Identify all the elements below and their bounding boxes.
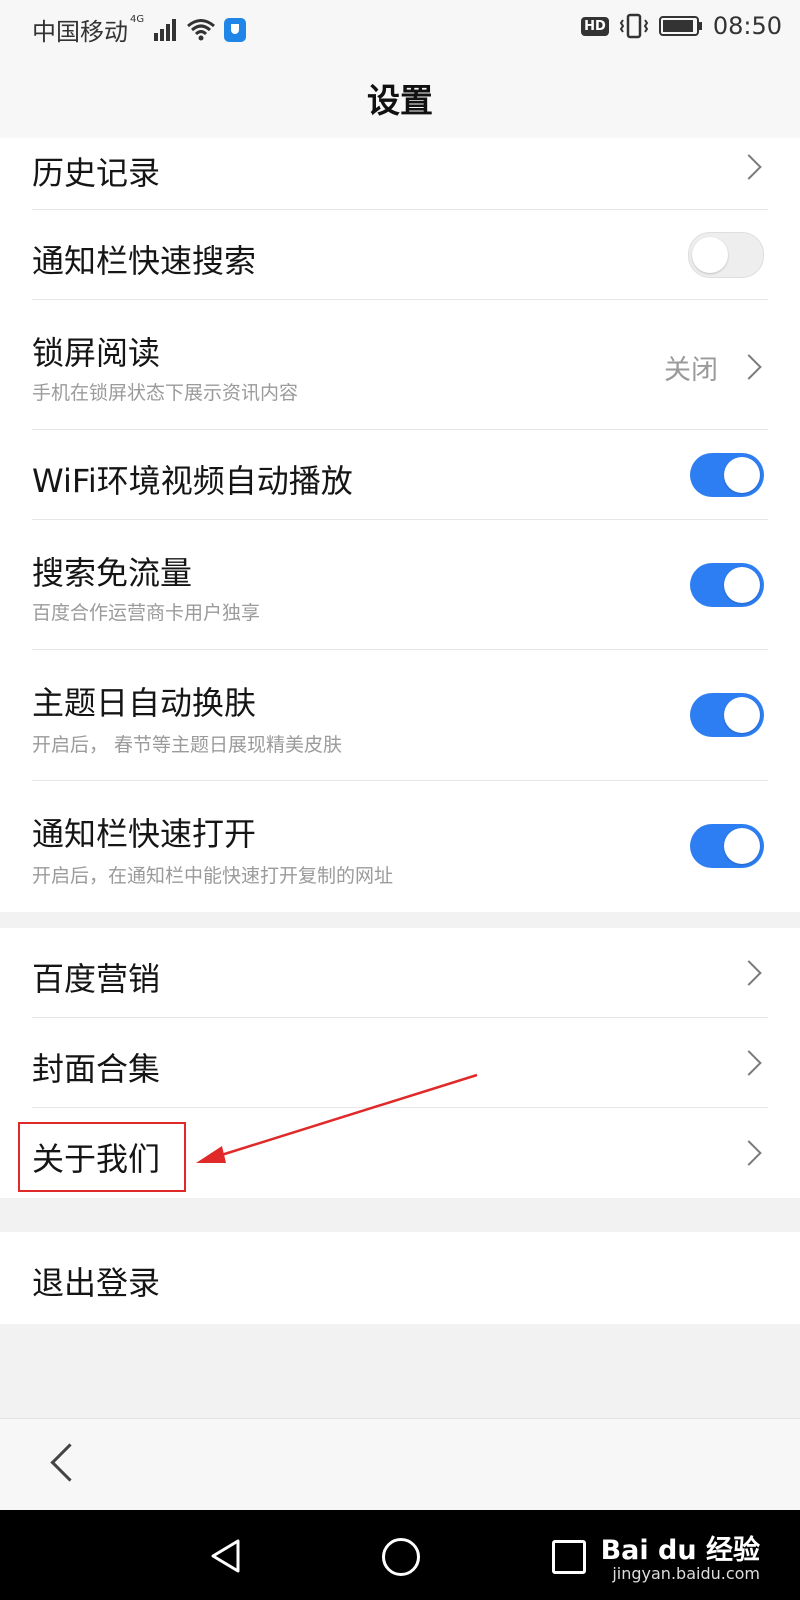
bottom-toolbar xyxy=(0,1418,800,1511)
watermark-url: jingyan.baidu.com xyxy=(612,1564,760,1583)
logout-button[interactable]: 退出登录 xyxy=(0,1232,800,1324)
back-icon[interactable] xyxy=(50,1443,89,1482)
watermark-logo: Bai du 经验 xyxy=(600,1535,760,1566)
system-nav-bar: Bai du 经验 jingyan.baidu.com xyxy=(0,1510,800,1600)
logout-label: 退出登录 xyxy=(32,1264,161,1302)
logout-section: 退出登录 xyxy=(0,1232,800,1324)
nav-recent-icon[interactable] xyxy=(552,1540,586,1574)
nav-back-icon[interactable] xyxy=(210,1538,242,1574)
nav-home-icon[interactable] xyxy=(382,1538,420,1576)
annotation-arrow xyxy=(196,1073,478,1163)
